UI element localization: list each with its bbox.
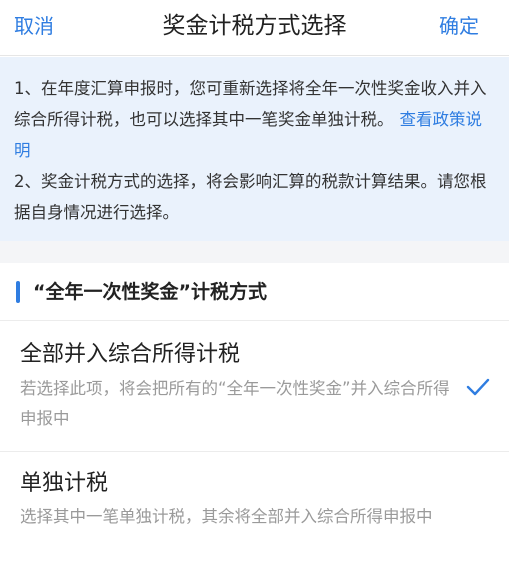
- option-separate-taxation[interactable]: 单独计税 选择其中一笔单独计税，其余将全部并入综合所得申报中: [0, 453, 509, 580]
- option-description: 若选择此项，将会把所有的“全年一次性奖金”并入综合所得申报中: [20, 379, 450, 428]
- page-title: 奖金计税方式选择: [162, 13, 347, 39]
- navigation-bar: 取消 奖金计税方式选择 确定: [0, 0, 509, 56]
- section-title: “全年一次性奖金”计税方式: [33, 281, 267, 303]
- section-accent-bar: [16, 281, 20, 303]
- check-icon: [466, 378, 490, 396]
- confirm-button[interactable]: 确定: [439, 12, 479, 40]
- notice-panel: 1、在年度汇算申报时，您可重新选择将全年一次性奖金收入并入综合所得计税，也可以选…: [0, 57, 509, 241]
- section-header: “全年一次性奖金”计税方式: [0, 263, 509, 321]
- section-divider: [0, 241, 509, 263]
- notice-text-1: 1、在年度汇算申报时，您可重新选择将全年一次性奖金收入并入综合所得计税，也可以选…: [14, 73, 495, 166]
- option-title: 单独计税: [20, 471, 109, 496]
- notice-line-2: 2、奖金计税方式的选择，将会影响汇算的税款计算结果。请您根据自身情况进行选择。: [14, 172, 487, 222]
- option-title: 全部并入综合所得计税: [20, 342, 241, 367]
- option-description: 选择其中一笔单独计税，其余将全部并入综合所得申报中: [20, 507, 433, 526]
- option-merge-into-comprehensive-income[interactable]: 全部并入综合所得计税 若选择此项，将会把所有的“全年一次性奖金”并入综合所得申报…: [0, 322, 509, 452]
